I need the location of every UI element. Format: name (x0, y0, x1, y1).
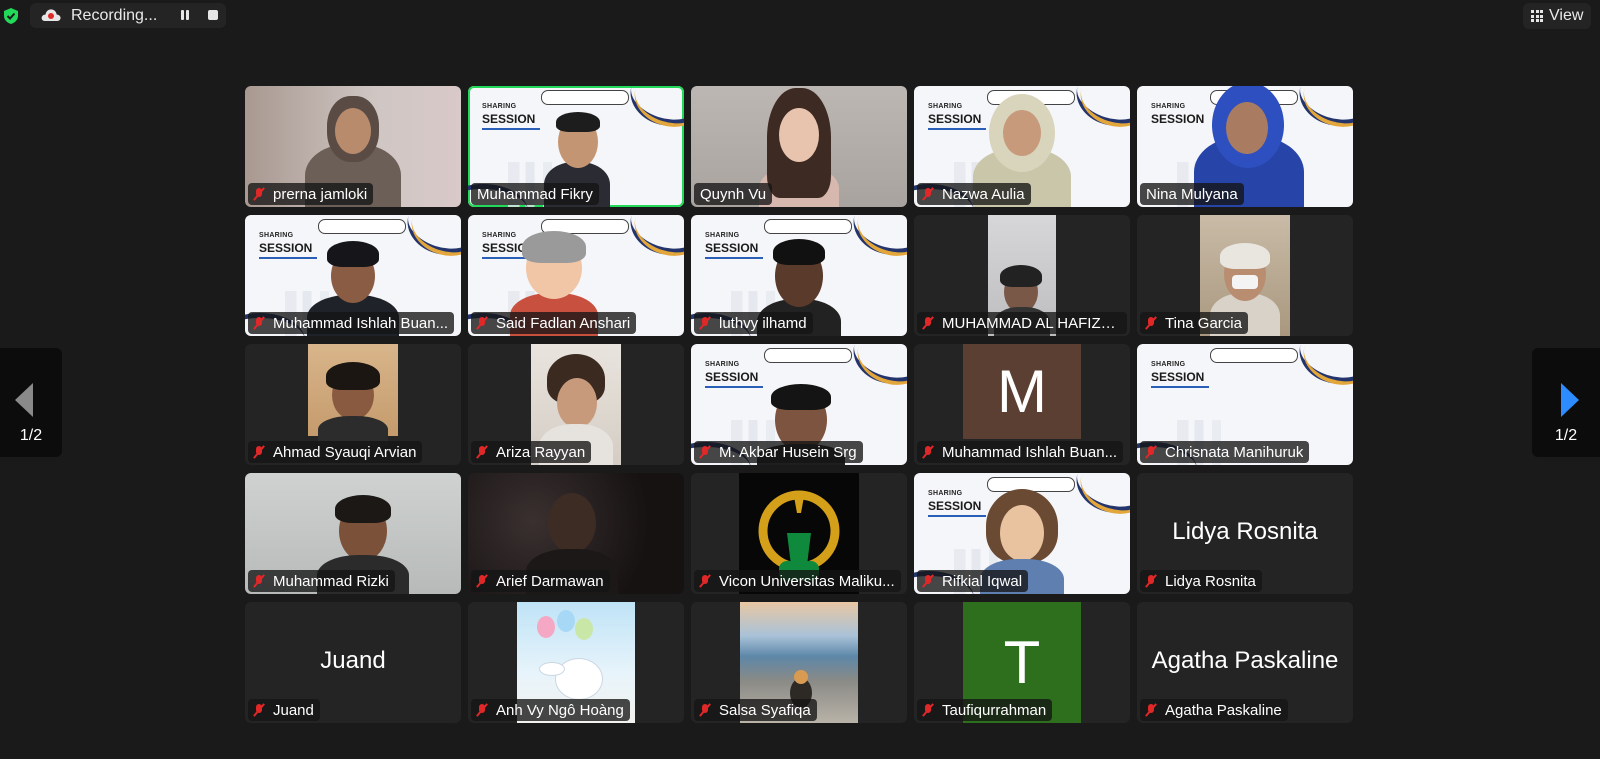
mic-muted-icon (921, 187, 935, 201)
participant-name-tag: Muhammad Ishlah Buan... (248, 312, 455, 334)
mic-muted-icon (252, 445, 266, 459)
page-indicator-right: 1/2 (1554, 427, 1578, 444)
participant-name-tag: Juand (248, 699, 320, 721)
mic-muted-icon (698, 445, 712, 459)
mic-muted-icon (475, 574, 489, 588)
security-shield-icon[interactable] (2, 7, 20, 25)
participant-name-tag: Muhammad Fikry (471, 183, 599, 205)
mic-muted-icon (921, 445, 935, 459)
mic-muted-icon (698, 316, 712, 330)
participant-name-tag: Ahmad Syauqi Arvian (248, 441, 423, 463)
mic-muted-icon (252, 574, 266, 588)
mic-muted-icon (475, 316, 489, 330)
arrow-right-icon (1561, 383, 1579, 417)
gallery-grid: prerna jamloki SHARING SESSION Muhammad … (245, 86, 1353, 723)
participant-name-tag: luthvy ilhamd (694, 312, 813, 334)
participant-tile[interactable]: SHARING SESSION Said Fadlan Anshari (468, 215, 684, 336)
recording-indicator: Recording... (30, 3, 226, 28)
mic-muted-icon (252, 316, 266, 330)
participant-tile[interactable]: Vicon Universitas Maliku... (691, 473, 907, 594)
page-indicator-left: 1/2 (19, 427, 43, 444)
mic-muted-icon (475, 703, 489, 717)
participant-tile[interactable]: Anh Vy Ngô Hoàng (468, 602, 684, 723)
participant-name-tag: Tina Garcia (1140, 312, 1248, 334)
participant-name-tag: Quynh Vu (694, 183, 773, 205)
participant-tile[interactable]: SHARING SESSION M. Akbar Husein Srg (691, 344, 907, 465)
participant-name-tag: Rifkial Iqwal (917, 570, 1029, 592)
view-button[interactable]: View (1523, 3, 1591, 29)
participant-tile[interactable]: Arief Darmawan (468, 473, 684, 594)
participant-name-tag: MUHAMMAD AL HAFIZ_... (917, 312, 1127, 334)
cloud-recording-icon (41, 9, 61, 21)
participant-name-tag: Nazwa Aulia (917, 183, 1031, 205)
participant-tile[interactable]: Muhammad Rizki (245, 473, 461, 594)
mic-muted-icon (1144, 316, 1158, 330)
mic-muted-icon (252, 703, 266, 717)
participant-tile[interactable]: T Taufiqurrahman (914, 602, 1130, 723)
participant-name-tag: prerna jamloki (248, 183, 374, 205)
participant-name-tag: Lidya Rosnita (1140, 570, 1262, 592)
video-feed (308, 344, 398, 446)
participant-tile[interactable]: SHARING SESSION Rifkial Iqwal (914, 473, 1130, 594)
grid-view-icon (1531, 10, 1543, 22)
participant-tile[interactable]: prerna jamloki (245, 86, 461, 207)
mic-muted-icon (921, 703, 935, 717)
participant-name-tag: Anh Vy Ngô Hoàng (471, 699, 630, 721)
stop-recording-button[interactable] (206, 8, 220, 22)
arrow-left-icon (15, 383, 33, 417)
participant-name-tag: Salsa Syafiqa (694, 699, 817, 721)
participant-name-tag: Vicon Universitas Maliku... (694, 570, 901, 592)
participant-display-name: Agatha Paskaline (1151, 647, 1339, 674)
participant-name-tag: Ariza Rayyan (471, 441, 592, 463)
participant-tile[interactable]: Agatha Paskaline Agatha Paskaline (1137, 602, 1353, 723)
pause-recording-button[interactable] (178, 8, 192, 22)
mic-muted-icon (921, 316, 935, 330)
participant-tile[interactable]: SHARING SESSION Muhammad Fikry (468, 86, 684, 207)
participant-name-tag: Agatha Paskaline (1140, 699, 1288, 721)
participant-tile[interactable]: Salsa Syafiqa (691, 602, 907, 723)
previous-page-button[interactable]: 1/2 (0, 348, 62, 457)
stop-icon (208, 10, 218, 20)
participant-display-name: Lidya Rosnita (1172, 518, 1318, 545)
participant-tile[interactable]: MUHAMMAD AL HAFIZ_... (914, 215, 1130, 336)
mic-muted-icon (1144, 445, 1158, 459)
mic-muted-icon (698, 574, 712, 588)
participant-name-tag: Chrisnata Manihuruk (1140, 441, 1310, 463)
avatar: M (963, 344, 1081, 439)
mic-muted-icon (1144, 574, 1158, 588)
participant-display-name: Juand (320, 647, 386, 674)
mic-muted-icon (698, 703, 712, 717)
participant-name-tag: Nina Mulyana (1140, 183, 1244, 205)
participant-name-tag: Said Fadlan Anshari (471, 312, 637, 334)
participant-tile[interactable]: SHARING SESSION Nina Mulyana (1137, 86, 1353, 207)
mic-muted-icon (1144, 703, 1158, 717)
participant-name-tag: M. Akbar Husein Srg (694, 441, 863, 463)
participant-name-tag: Muhammad Ishlah Buan... (917, 441, 1124, 463)
participant-tile[interactable]: M Muhammad Ishlah Buan... (914, 344, 1130, 465)
recording-label: Recording... (71, 7, 158, 24)
mic-muted-icon (475, 445, 489, 459)
participant-name-tag: Muhammad Rizki (248, 570, 395, 592)
view-label: View (1549, 7, 1584, 24)
participant-tile[interactable]: SHARING SESSION Chrisnata Manihuruk (1137, 344, 1353, 465)
participant-name-tag: Taufiqurrahman (917, 699, 1053, 721)
participant-tile[interactable]: Lidya Rosnita Lidya Rosnita (1137, 473, 1353, 594)
sponsor-logos (1210, 348, 1298, 363)
participant-tile[interactable]: Quynh Vu (691, 86, 907, 207)
participant-tile[interactable]: Juand Juand (245, 602, 461, 723)
next-page-button[interactable]: 1/2 (1532, 348, 1600, 457)
mic-muted-icon (921, 574, 935, 588)
participant-tile[interactable]: Ahmad Syauqi Arvian (245, 344, 461, 465)
participant-tile[interactable]: Ariza Rayyan (468, 344, 684, 465)
mic-muted-icon (252, 187, 266, 201)
participant-tile[interactable]: SHARING SESSION luthvy ilhamd (691, 215, 907, 336)
participant-tile[interactable]: SHARING SESSION Muhammad Ishlah Buan... (245, 215, 461, 336)
participant-tile[interactable]: Tina Garcia (1137, 215, 1353, 336)
participant-tile[interactable]: SHARING SESSION Nazwa Aulia (914, 86, 1130, 207)
participant-name-tag: Arief Darmawan (471, 570, 610, 592)
